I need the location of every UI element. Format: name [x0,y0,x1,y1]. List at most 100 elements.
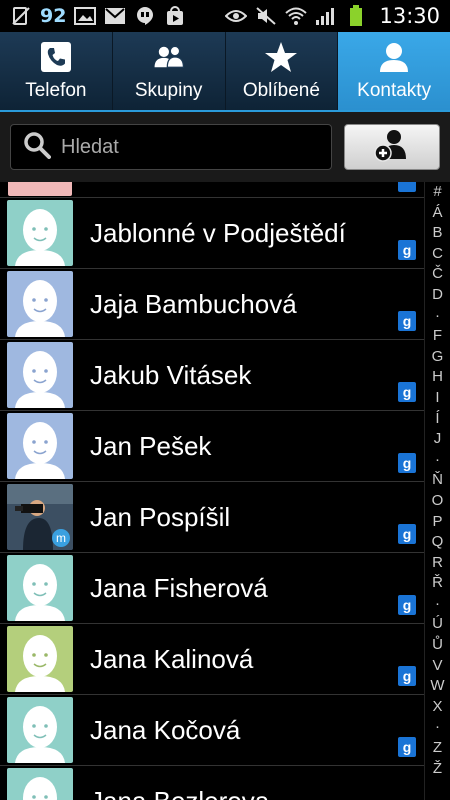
default-avatar-icon [23,777,57,800]
alphabet-index-letter[interactable]: · [425,450,450,471]
groups-icon [152,40,186,74]
alphabet-index-letter[interactable]: V [425,656,450,677]
image-icon [74,6,97,26]
alphabet-index-letter[interactable]: Ř [425,573,450,594]
list-item[interactable]: Jaja Bambuchová g [0,269,424,340]
alphabet-index-letter[interactable]: Ň [425,470,450,491]
list-item[interactable]: Jana Bezlerova g [0,766,424,800]
search-input[interactable] [61,135,311,159]
contact-name: Jana Fisherová [90,572,268,603]
tab-bar: Telefon Skupiny Oblíbené Kontakty [0,32,450,112]
alphabet-index-letter[interactable]: H [425,367,450,388]
default-avatar-icon [15,635,65,692]
contact-list[interactable]: Jablonné v Podještědí g Jaja Bambuchová … [0,182,424,800]
blocked-sim-icon [10,6,32,26]
contact-name: Jakub Vitásek [90,359,252,390]
alphabet-index-letter[interactable]: J [425,429,450,450]
signal-icon [315,6,337,26]
contact-name: Jana Kočová [90,714,241,745]
hangouts-icon [134,6,156,26]
alphabet-index-letter[interactable]: Q [425,532,450,553]
play-store-icon [164,6,186,26]
alphabet-index-letter[interactable]: · [425,717,450,738]
list-item[interactable]: Jakub Vitásek g [0,340,424,411]
google-badge-icon [398,182,416,192]
contact-name: Jan Pešek [90,430,212,461]
alphabet-index-letter[interactable]: F [425,326,450,347]
alphabet-index-letter[interactable]: Z [425,738,450,759]
list-item[interactable]: Jablonné v Podještědí g [0,198,424,269]
default-avatar-icon [15,209,65,266]
list-item[interactable]: m Jan Pospíšil g [0,482,424,553]
contact-name: Jana Bezlerova [90,786,269,800]
google-badge-icon: g [398,311,416,331]
contact-name: Jablonné v Podještědí [90,217,346,248]
google-badge-icon: g [398,240,416,260]
status-bar: 92 13:30 [0,0,450,32]
avatar [7,768,73,800]
avatar [7,342,73,408]
alphabet-index-letter[interactable]: P [425,512,450,533]
tab-telefon[interactable]: Telefon [0,32,113,110]
google-badge-icon: g [398,595,416,615]
alphabet-index-letter[interactable]: B [425,223,450,244]
alphabet-index-letter[interactable]: Ů [425,635,450,656]
alphabet-index-letter[interactable]: Ž [425,759,450,780]
contact-name: Jaja Bambuchová [90,288,297,319]
alphabet-index-letter[interactable]: Á [425,203,450,224]
avatar [7,697,73,763]
svg-text:m: m [56,531,66,545]
alphabet-index-letter[interactable]: · [425,306,450,327]
alphabet-index-letter[interactable]: G [425,347,450,368]
avatar [7,413,73,479]
mute-icon [255,6,277,26]
list-item[interactable]: Jana Kočová g [0,695,424,766]
alphabet-index-letter[interactable]: # [425,182,450,203]
contact-name: Jan Pospíšil [90,501,231,532]
avatar [7,200,73,266]
avatar-photo: m [7,484,73,550]
contact-name: Jana Kalinová [90,643,254,674]
search-row [0,112,450,182]
avatar [7,271,73,337]
add-contact-button[interactable] [344,124,440,170]
battery-icon [345,5,367,26]
alphabet-index-letter[interactable]: O [425,491,450,512]
default-avatar-icon [15,422,65,479]
contact-photo-icon: m [7,484,73,550]
notification-count: 92 [40,5,67,27]
default-avatar-icon [15,280,65,337]
tab-skupiny[interactable]: Skupiny [113,32,226,110]
list-item[interactable]: Jana Kalinová g [0,624,424,695]
alphabet-index-letter[interactable]: · [425,594,450,615]
alphabet-index-letter[interactable]: C [425,244,450,265]
alphabet-index-letter[interactable]: Í [425,409,450,430]
default-avatar-icon [15,706,65,763]
star-icon [264,40,298,74]
add-contact-icon [372,127,412,167]
alphabet-index-letter[interactable]: I [425,388,450,409]
alphabet-index[interactable]: # Á B C Č D · F G H I Í J · Ň O P Q R Ř · Ú Ů V W X · Z Ž [424,182,450,800]
gmail-icon [104,6,126,26]
list-item[interactable]: Jan Pešek g [0,411,424,482]
google-badge-icon: g [398,453,416,473]
wifi-icon [285,6,308,26]
search-box[interactable] [10,124,332,170]
default-avatar-icon [15,351,65,408]
tab-kontakty[interactable]: Kontakty [338,32,450,110]
alphabet-index-letter[interactable]: R [425,553,450,574]
clock: 13:30 [379,4,440,28]
search-icon [23,131,51,163]
partial-contact-row[interactable] [0,182,424,198]
default-avatar-icon [15,564,65,621]
list-item[interactable]: Jana Fisherová g [0,553,424,624]
alphabet-index-letter[interactable]: W [425,676,450,697]
alphabet-index-letter[interactable]: Ú [425,614,450,635]
alphabet-index-letter[interactable]: Č [425,264,450,285]
alphabet-index-letter[interactable]: X [425,697,450,718]
google-badge-icon: g [398,666,416,686]
tab-oblibene[interactable]: Oblíbené [226,32,339,110]
alphabet-index-letter[interactable]: D [425,285,450,306]
google-badge-icon: g [398,524,416,544]
avatar [8,182,72,196]
